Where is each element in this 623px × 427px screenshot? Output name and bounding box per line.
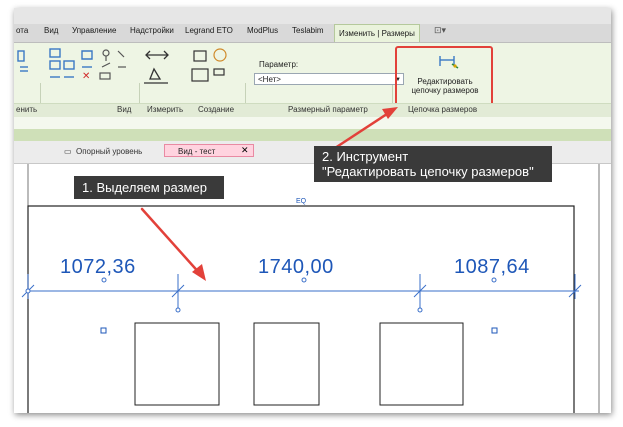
- callout-step2-line2: "Редактировать цепочку размеров": [322, 164, 534, 179]
- svg-text:✕: ✕: [82, 71, 90, 82]
- edit-dimension-chain-button[interactable]: Редактировать цепочку размеров: [406, 77, 484, 95]
- callout-step2: 2. Инструмент "Редактировать цепочку раз…: [314, 146, 552, 182]
- group-label-dimension-chain: Цепочка размеров: [408, 105, 478, 114]
- dimension-chain-icon[interactable]: [438, 52, 460, 70]
- tab-view[interactable]: Вид: [44, 26, 58, 35]
- drawing-graphics: [21, 164, 600, 413]
- edit-tool-icons: [17, 48, 93, 78]
- revit-window: ота Вид Управление Надстройки Legrand ET…: [14, 8, 611, 413]
- parameter-label: Параметр:: [259, 60, 299, 69]
- tab-teslabim[interactable]: Teslabim: [292, 26, 324, 35]
- callout-step2-line1: 2. Инструмент: [322, 149, 409, 164]
- view-tab-level[interactable]: Опорный уровень: [76, 147, 142, 156]
- tab-partial[interactable]: ота: [16, 26, 28, 35]
- tab-extra-icon[interactable]: ⊡▾: [434, 25, 446, 36]
- view-tool-icons: [99, 49, 126, 80]
- group-label-modify: енить: [16, 105, 38, 114]
- tab-legrand[interactable]: Legrand ETO: [185, 26, 233, 35]
- callout-step1-text: 1. Выделяем размер: [82, 180, 207, 195]
- create-tool-icons: [191, 48, 227, 82]
- tab-manage[interactable]: Управление: [72, 26, 116, 35]
- parameter-select[interactable]: <Нет> ▼: [254, 73, 404, 85]
- view-tab-active-label: Вид - тест: [178, 147, 216, 156]
- group-label-dimension-param: Размерный параметр: [288, 105, 368, 114]
- drawing-canvas[interactable]: EQ 1072,36 1740,00 1087,64: [14, 164, 611, 413]
- dimension-value-1[interactable]: 1072,36: [60, 256, 136, 279]
- group-label-create: Создание: [198, 105, 235, 114]
- dimension-value-2[interactable]: 1740,00: [258, 256, 334, 279]
- modify-tools-icons: ✕: [17, 48, 227, 84]
- dimension-value-3[interactable]: 1087,64: [454, 256, 530, 279]
- group-label-view: Вид: [117, 105, 132, 114]
- options-bar: [14, 117, 611, 129]
- close-icon[interactable]: ✕: [241, 145, 249, 156]
- eq-label: EQ: [296, 198, 307, 205]
- measure-tool-icons: [144, 50, 169, 84]
- parameter-value: <Нет>: [258, 75, 281, 84]
- group-label-measure: Измерить: [147, 105, 184, 114]
- title-bar: [14, 8, 611, 24]
- tab-modify-dimensions[interactable]: Изменить | Размеры: [334, 24, 420, 42]
- properties-bar: [14, 129, 611, 141]
- ribbon-tabs: ота Вид Управление Надстройки Legrand ET…: [14, 24, 611, 43]
- tab-modplus[interactable]: ModPlus: [247, 26, 278, 35]
- callout-step1: 1. Выделяем размер: [74, 176, 224, 199]
- view-tab-level-icon: ▭: [64, 147, 72, 156]
- tab-addins[interactable]: Надстройки: [130, 26, 174, 35]
